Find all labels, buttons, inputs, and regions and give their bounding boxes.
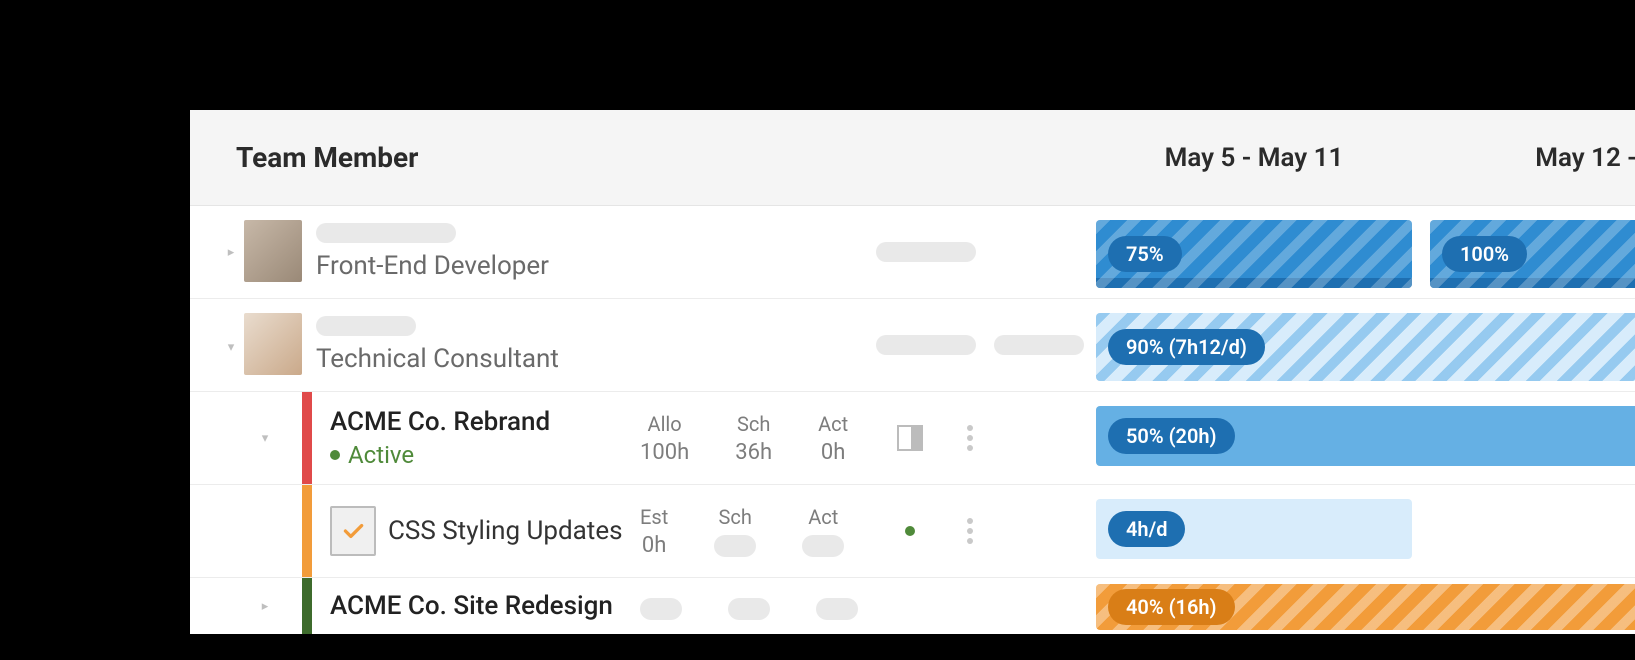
project-stats: [640, 578, 880, 634]
task-checklist-icon: [330, 506, 376, 556]
stat-actual: Act 0h: [818, 412, 848, 465]
placeholder-skeleton: [994, 335, 1084, 355]
stat-actual: Act: [802, 505, 844, 557]
stat-estimated: Est 0h: [640, 505, 668, 558]
panel-toggle-icon[interactable]: [897, 425, 923, 451]
expand-caret-icon[interactable]: ▾: [252, 392, 278, 484]
allocation-pill: 100%: [1442, 236, 1527, 272]
allocation-pill: 50% (20h): [1108, 418, 1235, 454]
panel-toggle-icon-col: [880, 392, 940, 484]
stat-actual: [816, 592, 858, 620]
project-info: ACME Co. Rebrand Active: [330, 392, 640, 484]
project-row[interactable]: ▸ ACME Co. Site Redesign 40% (16h): [190, 578, 1635, 634]
placeholder-skeleton: [816, 598, 858, 620]
placeholder-skeleton: [714, 535, 756, 557]
stat-scheduled: Sch 36h: [735, 412, 772, 465]
status-dot-col: [880, 485, 940, 577]
project-row[interactable]: ▾ ACME Co. Rebrand Active Allo 100h Sch …: [190, 392, 1635, 485]
timeline: 75% 100%: [1088, 206, 1635, 298]
allocation-cell[interactable]: 50% (20h): [1096, 406, 1635, 466]
more-menu-col: [940, 485, 1000, 577]
allocation-underbar: [1430, 278, 1635, 288]
task-row[interactable]: CSS Styling Updates Est 0h Sch Act 4h/d: [190, 485, 1635, 578]
timeline: 90% (7h12/d): [1088, 299, 1635, 391]
placeholder-skeleton: [876, 242, 976, 262]
week-column-1[interactable]: May 12 -: [1420, 110, 1635, 205]
avatar: [244, 313, 302, 375]
project-color-bar: [302, 578, 312, 634]
member-info: Technical Consultant: [316, 299, 876, 391]
allocation-cell[interactable]: 40% (16h): [1096, 584, 1635, 630]
project-info: ACME Co. Site Redesign: [330, 578, 640, 634]
allocation-cell[interactable]: 90% (7h12/d): [1096, 313, 1635, 381]
placeholder-skeleton: [640, 598, 682, 620]
task-color-bar: [302, 485, 312, 577]
more-menu-icon[interactable]: [967, 425, 973, 451]
timeline: 4h/d: [1088, 485, 1420, 577]
stat-scheduled: [728, 592, 770, 620]
project-title: ACME Co. Rebrand: [330, 407, 640, 437]
project-color-bar: [302, 392, 312, 484]
project-status: Active: [330, 441, 640, 469]
member-name-placeholder: [316, 223, 456, 243]
member-row[interactable]: ▸ Front-End Developer 75% 100%: [190, 206, 1635, 299]
allocation-pill: 4h/d: [1108, 511, 1185, 547]
table-header: Team Member May 5 - May 11 May 12 -: [190, 110, 1635, 206]
timeline: 50% (20h): [1088, 392, 1635, 484]
more-menu-col: [940, 392, 1000, 484]
task-stats: Est 0h Sch Act: [640, 485, 880, 577]
allocation-cell[interactable]: 75%: [1096, 220, 1412, 288]
status-dot-icon: [905, 526, 915, 536]
member-info: Front-End Developer: [316, 206, 876, 298]
stat-allocated: [640, 592, 682, 620]
member-row[interactable]: ▾ Technical Consultant 90% (7h12/d): [190, 299, 1635, 392]
project-stats: Allo 100h Sch 36h Act 0h: [640, 392, 880, 484]
member-name-placeholder: [316, 316, 416, 336]
placeholder-skeleton: [802, 535, 844, 557]
stat-scheduled: Sch: [714, 505, 756, 557]
stat-allocated: Allo 100h: [640, 412, 689, 465]
expand-caret-icon[interactable]: ▸: [218, 206, 244, 298]
week-columns: May 5 - May 11 May 12 -: [1088, 110, 1635, 205]
timeline: 40% (16h): [1088, 578, 1635, 634]
more-menu-icon[interactable]: [967, 518, 973, 544]
placeholder-skeleton: [728, 598, 770, 620]
allocation-cell[interactable]: 4h/d: [1096, 499, 1412, 559]
expand-caret-icon[interactable]: ▸: [252, 578, 278, 634]
avatar: [244, 220, 302, 282]
status-dot-icon: [330, 450, 340, 460]
expand-caret-icon[interactable]: ▾: [218, 301, 244, 393]
spacer: [940, 578, 1000, 634]
workload-panel: Team Member May 5 - May 11 May 12 - ▸ Fr…: [190, 110, 1635, 634]
member-role: Technical Consultant: [316, 344, 876, 374]
allocation-pill: 75%: [1108, 236, 1182, 272]
placeholder-skeleton: [876, 335, 976, 355]
week-column-0[interactable]: May 5 - May 11: [1088, 110, 1420, 205]
spacer: [880, 578, 940, 634]
allocation-pill: 40% (16h): [1108, 589, 1235, 625]
member-role: Front-End Developer: [316, 251, 876, 281]
allocation-cell[interactable]: 100%: [1430, 220, 1635, 288]
project-status-label: Active: [348, 441, 414, 469]
column-header-team-member: Team Member: [218, 141, 1088, 174]
allocation-underbar: [1096, 278, 1412, 288]
task-title: CSS Styling Updates: [388, 516, 623, 546]
project-title: ACME Co. Site Redesign: [330, 591, 640, 621]
allocation-pill: 90% (7h12/d): [1108, 329, 1265, 365]
